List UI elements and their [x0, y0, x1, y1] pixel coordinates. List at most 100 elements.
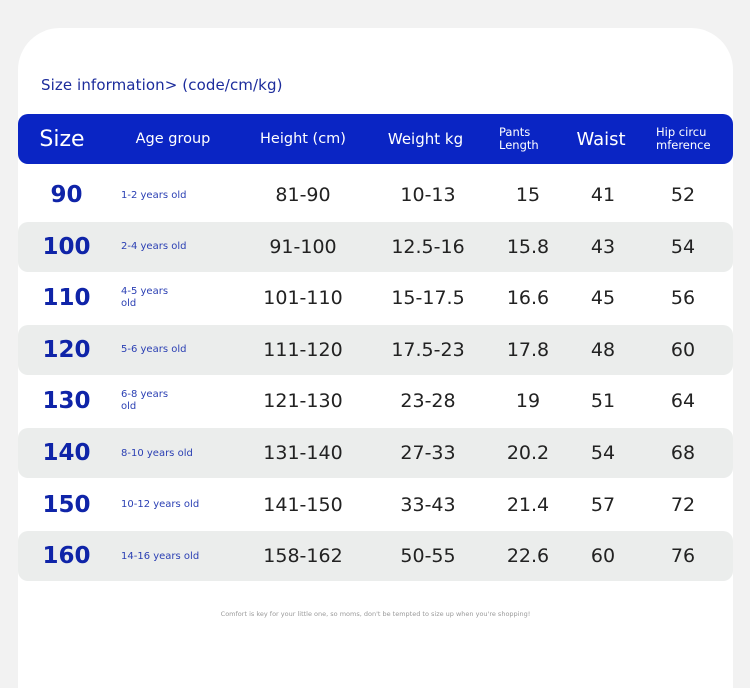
header-weight: Weight kg [387, 130, 464, 148]
pants-length: 21.4 [498, 480, 558, 530]
age-group-text: 10-12 years old [121, 499, 200, 511]
pants-length: 20.2 [498, 428, 558, 478]
weight-range: 10-13 [368, 170, 488, 220]
waist-value-text: 54 [590, 442, 616, 464]
size-code-text: 120 [42, 336, 91, 363]
pants-length-text: 19 [515, 390, 541, 413]
size-code-text: 140 [42, 440, 91, 466]
pants-length-text: 17.8 [506, 338, 550, 361]
age-group-text: 14-16 years old [121, 550, 200, 562]
weight-range: 17.5-23 [368, 325, 488, 375]
pants-length: 22.6 [498, 531, 558, 581]
weight-range-text: 33-43 [400, 493, 456, 516]
size-code-text: 110 [42, 285, 91, 312]
hip-value-text: 54 [670, 235, 696, 258]
size-code: 160 [18, 531, 115, 581]
waist-value-text: 57 [590, 493, 616, 516]
hip-value: 72 [653, 480, 713, 530]
age-group-text: 4-5 years old [121, 286, 169, 310]
height-range-text: 131-140 [263, 442, 343, 464]
weight-range: 12.5-16 [368, 222, 488, 272]
height-range: 111-120 [243, 325, 363, 375]
header-hip-circumference: Hip circumference [656, 125, 711, 152]
height-range-text: 158-162 [263, 545, 343, 568]
hip-value: 60 [653, 325, 713, 375]
weight-range: 33-43 [368, 480, 488, 530]
age-group: 6-8 years old [121, 376, 221, 426]
weight-range-text: 12.5-16 [391, 235, 465, 258]
weight-range: 15-17.5 [368, 273, 488, 323]
size-code: 120 [18, 325, 115, 375]
height-range-text: 91-100 [269, 235, 337, 258]
age-group-text: 1-2 years old [121, 189, 187, 201]
height-range-text: 111-120 [263, 338, 343, 361]
pants-length-text: 15.8 [506, 235, 550, 258]
header-waist: Waist [576, 128, 626, 150]
age-group: 5-6 years old [121, 325, 221, 375]
age-group-text: 5-6 years old [121, 344, 187, 356]
hip-value: 64 [653, 376, 713, 426]
table-row: 110 4-5 years old 101-110 15-17.5 16.6 45 56 [18, 273, 733, 323]
weight-range: 50-55 [368, 531, 488, 581]
height-range: 121-130 [243, 376, 363, 426]
hip-value-text: 60 [670, 338, 696, 361]
hip-value-text: 72 [670, 493, 696, 516]
header-pants-length: Pants Length [499, 125, 539, 152]
pants-length: 17.8 [498, 325, 558, 375]
hip-value: 54 [653, 222, 713, 272]
height-range: 131-140 [243, 428, 363, 478]
pants-length-text: 16.6 [506, 287, 550, 310]
hip-value-text: 76 [670, 545, 696, 568]
size-code: 140 [18, 428, 115, 478]
pants-length-text: 22.6 [506, 545, 550, 568]
weight-range-text: 27-33 [400, 442, 456, 464]
age-group: 2-4 years old [121, 222, 221, 272]
waist-value-text: 43 [590, 235, 616, 258]
age-group: 10-12 years old [121, 480, 221, 530]
table-row: 150 10-12 years old 141-150 33-43 21.4 57 72 [18, 480, 733, 530]
height-range: 101-110 [243, 273, 363, 323]
pants-length-text: 20.2 [506, 442, 550, 464]
table-row: 100 2-4 years old 91-100 12.5-16 15.8 43 54 [18, 221, 733, 272]
size-code-text: 160 [42, 543, 91, 570]
footnote: Comfort is key for your little one, so m… [220, 610, 531, 618]
size-code-text: 90 [50, 182, 83, 208]
pants-length-text: 15 [515, 184, 541, 206]
waist-value: 43 [573, 222, 633, 272]
age-group: 14-16 years old [121, 531, 221, 581]
hip-value-text: 56 [670, 287, 696, 310]
size-code: 100 [18, 222, 115, 272]
height-range-text: 121-130 [263, 390, 343, 413]
hip-value-text: 64 [670, 390, 696, 413]
height-range-text: 81-90 [275, 184, 331, 206]
table-row: 140 8-10 years old 131-140 27-33 20.2 54 68 [18, 428, 733, 478]
age-group: 1-2 years old [121, 170, 221, 220]
size-code: 150 [18, 480, 115, 530]
weight-range-text: 10-13 [400, 184, 456, 206]
height-range: 141-150 [243, 480, 363, 530]
table-row: 160 14-16 years old 158-162 50-55 22.6 60 76 [18, 531, 733, 582]
hip-value-text: 52 [670, 184, 696, 206]
age-group-text: 6-8 years old [121, 389, 169, 413]
age-group-text: 2-4 years old [121, 241, 187, 253]
waist-value-text: 60 [590, 545, 616, 568]
hip-value: 52 [653, 170, 713, 220]
header-size: Size [39, 126, 85, 152]
pants-length: 19 [498, 376, 558, 426]
table-row: 130 6-8 years old 121-130 23-28 19 51 64 [18, 376, 733, 426]
pants-length: 15.8 [498, 222, 558, 272]
height-range-text: 101-110 [263, 287, 343, 310]
height-range: 81-90 [243, 170, 363, 220]
hip-value: 56 [653, 273, 713, 323]
hip-value: 68 [653, 428, 713, 478]
size-code: 110 [18, 273, 115, 323]
page-title: Size information> (code/cm/kg) [41, 76, 283, 94]
age-group: 4-5 years old [121, 273, 221, 323]
waist-value-text: 41 [590, 184, 616, 206]
waist-value: 48 [573, 325, 633, 375]
weight-range-text: 50-55 [400, 545, 456, 568]
table-row: 90 1-2 years old 81-90 10-13 15 41 52 [18, 170, 733, 220]
hip-value: 76 [653, 531, 713, 581]
size-code-text: 100 [42, 233, 91, 260]
pants-length: 15 [498, 170, 558, 220]
